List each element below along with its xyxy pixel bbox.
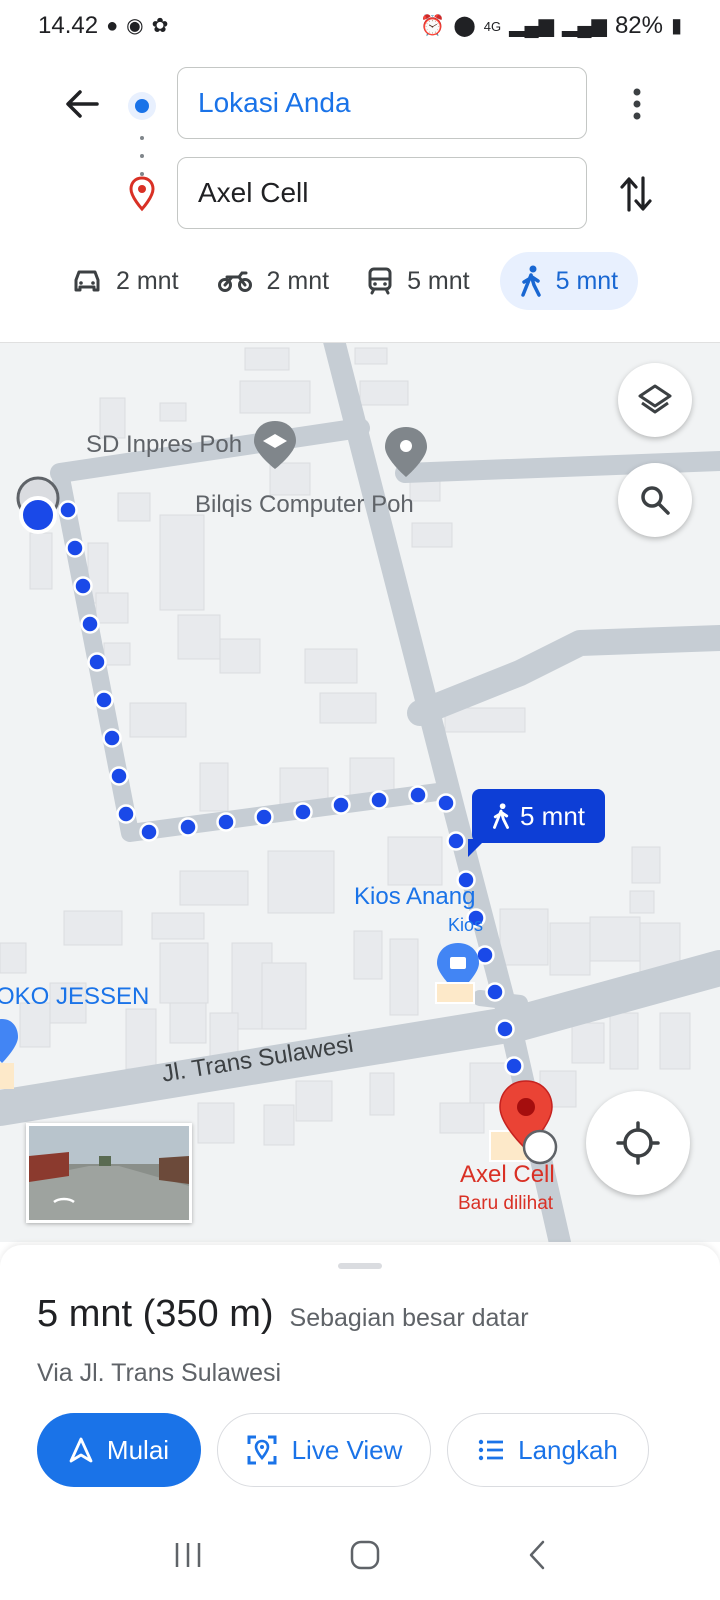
my-location-button[interactable]: [586, 1091, 690, 1195]
start-label: Mulai: [106, 1434, 170, 1465]
search-along-route-button[interactable]: [618, 463, 692, 537]
list-icon: [478, 1439, 504, 1461]
walk-callout-label: 5 mnt: [520, 800, 586, 831]
live-view-icon: [247, 1435, 277, 1465]
car-icon: [74, 270, 100, 292]
notification-icon: ✿: [151, 15, 169, 37]
map-label-toko: OKO JESSEN: [0, 983, 150, 1010]
mode-walking[interactable]: 5 mnt: [499, 252, 639, 310]
map-label-shop: Bilqis Computer Poh: [195, 491, 414, 518]
street-view-thumbnail[interactable]: [26, 1123, 192, 1223]
current-location-dot: [19, 496, 57, 534]
destination-pin-icon: [128, 176, 156, 212]
sheet-drag-handle[interactable]: [338, 1263, 382, 1269]
signal-icon-2: ▂▄▆: [562, 15, 607, 37]
route-duration: 5 mnt (350 m): [37, 1293, 274, 1335]
map-label-school: SD Inpres Poh: [86, 431, 243, 458]
destination-field[interactable]: Axel Cell: [177, 157, 587, 229]
mode-driving[interactable]: 2 mnt: [56, 252, 195, 310]
more-options-button[interactable]: [615, 82, 659, 126]
live-view-label: Live View: [291, 1434, 403, 1465]
map-label-destination: Axel Cell: [460, 1161, 555, 1188]
mode-motorcycle[interactable]: 2 mnt: [201, 252, 346, 310]
crosshair-icon: [616, 1121, 660, 1165]
layers-button[interactable]: [618, 363, 692, 437]
origin-field[interactable]: Lokasi Anda: [177, 67, 587, 139]
status-time: 14.42: [38, 12, 99, 39]
motorcycle-icon: [217, 271, 252, 292]
swap-vert-icon: [620, 176, 652, 212]
route-actions: Mulai Live View Langkah: [37, 1413, 649, 1487]
system-navigation-bar: [0, 1515, 720, 1600]
walk-icon: [520, 265, 541, 297]
more-vert-icon: [633, 88, 641, 120]
recent-apps-button[interactable]: [173, 1541, 203, 1574]
arrow-back-icon: [66, 90, 99, 118]
mode-walking-label: 5 mnt: [555, 266, 619, 295]
live-view-button[interactable]: Live View: [217, 1413, 431, 1487]
walk-icon: [493, 803, 509, 829]
travel-mode-tabs: 2 mnt 2 mnt 5 mnt 5 mnt: [56, 252, 644, 310]
mode-driving-label: 2 mnt: [116, 266, 179, 295]
route-summary: 5 mnt (350 m) Sebagian besar datar: [37, 1293, 529, 1336]
navigation-arrow-icon: [69, 1437, 93, 1463]
school-pin-icon[interactable]: [254, 421, 296, 469]
home-icon: [350, 1540, 380, 1570]
origin-marker-icon: [128, 92, 156, 120]
directions-header: Lokasi Anda Axel Cell 2 mnt 2 mnt 5 mnt …: [0, 52, 720, 342]
home-button[interactable]: [349, 1539, 381, 1576]
mode-motorcycle-label: 2 mnt: [266, 266, 330, 295]
whatsapp-icon: ◉: [126, 15, 144, 37]
map-view[interactable]: SD Inpres Poh Bilqis Computer Poh Kios A…: [0, 342, 720, 1242]
route-summary-sheet[interactable]: 5 mnt (350 m) Sebagian besar datar Via J…: [0, 1245, 720, 1515]
walk-duration-callout[interactable]: 5 mnt: [467, 789, 606, 857]
map-label-kios-type: Kios: [448, 915, 484, 935]
network-type: 4G: [483, 18, 502, 34]
back-button[interactable]: [60, 82, 104, 126]
signal-icon: ▂▄▆: [509, 15, 554, 37]
swap-route-button[interactable]: [612, 170, 660, 218]
battery-level: 82%: [614, 12, 663, 39]
route-connector: [140, 136, 144, 176]
mode-transit[interactable]: 5 mnt: [351, 252, 486, 310]
battery-icon: ▮: [670, 15, 682, 37]
route-terrain: Sebagian besar datar: [289, 1304, 529, 1332]
steps-label: Langkah: [518, 1434, 618, 1465]
map-label-destination-sub: Baru dilihat: [458, 1193, 554, 1214]
back-nav-button[interactable]: [527, 1539, 547, 1576]
street-view-image: [29, 1126, 189, 1220]
map-label-kios: Kios Anang: [354, 883, 476, 910]
back-nav-icon: [529, 1540, 545, 1570]
transit-icon: [368, 267, 392, 295]
status-bar: 14.42 ● ◉ ✿ ⏰ ⬤ 4G ▂▄▆ ▂▄▆ 82% ▮: [0, 0, 720, 52]
alarm-icon: ⏰: [420, 15, 446, 37]
line-app-icon: ●: [106, 15, 119, 37]
recent-apps-icon: [175, 1543, 201, 1567]
route-via: Via Jl. Trans Sulawesi: [37, 1359, 282, 1387]
steps-button[interactable]: Langkah: [447, 1413, 649, 1487]
layers-icon: [638, 384, 672, 414]
start-navigation-button[interactable]: Mulai: [37, 1413, 201, 1487]
location-icon: ⬤: [453, 15, 476, 37]
toko-pin-icon[interactable]: [0, 1019, 18, 1063]
mode-transit-label: 5 mnt: [407, 266, 470, 295]
search-icon: [641, 486, 670, 515]
